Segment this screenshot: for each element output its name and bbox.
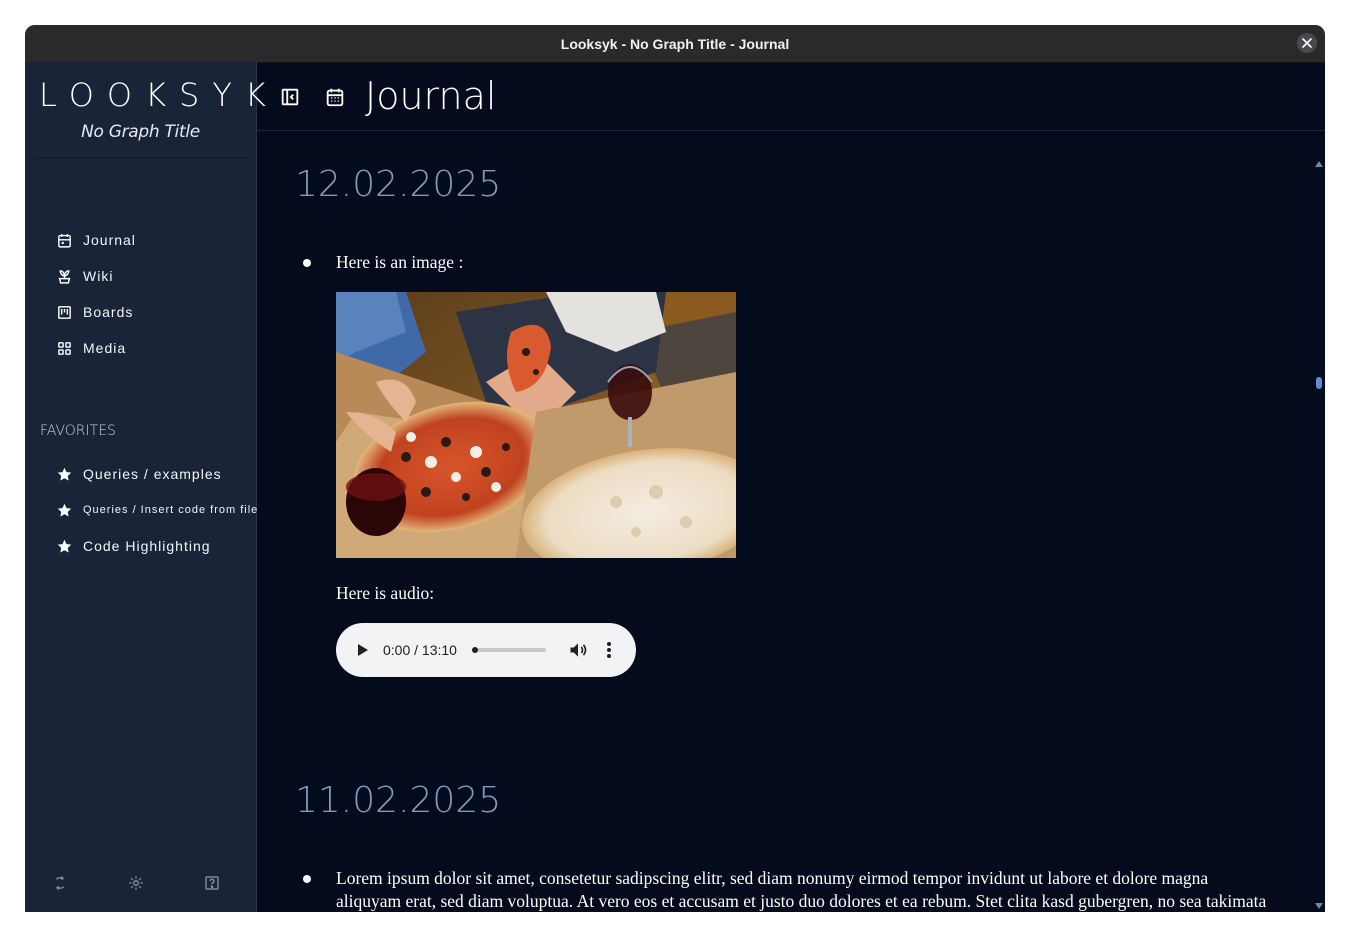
page-header: Journal <box>257 62 1325 131</box>
page-title: Journal <box>365 74 497 118</box>
sync-icon[interactable] <box>51 874 69 892</box>
audio-player[interactable]: 0:00 / 13:10 <box>336 623 636 677</box>
star-icon <box>57 467 72 481</box>
scrollbar-thumb[interactable] <box>1316 377 1322 389</box>
sidebar-nav: Journal Wiki Boards Media <box>56 222 136 366</box>
app-window: Looksyk - No Graph Title - Journal LOOKS… <box>25 25 1325 912</box>
favorite-item-label: Queries / examples <box>83 466 222 482</box>
sidebar: LOOKSYK No Graph Title Journal Wiki Boar… <box>25 62 266 912</box>
more-options-icon[interactable] <box>604 640 614 660</box>
play-icon[interactable] <box>357 643 369 657</box>
favorite-item-label: Queries / Insert code from file <box>83 504 259 516</box>
favorites-heading: FAVORITES <box>40 423 116 439</box>
app-logo: LOOKSYK <box>39 76 279 114</box>
sidebar-item-wiki[interactable]: Wiki <box>56 258 136 294</box>
content-scrollbar[interactable] <box>1313 160 1325 912</box>
grid-icon <box>58 341 71 355</box>
block-bullet[interactable] <box>303 259 311 267</box>
calendar-icon[interactable] <box>324 86 346 108</box>
close-icon <box>1302 38 1312 48</box>
sidebar-toggle-icon[interactable] <box>279 86 301 108</box>
favorite-item-code-highlighting[interactable]: Code Highlighting <box>56 528 258 564</box>
audio-time: 0:00 / 13:10 <box>383 642 457 658</box>
favorite-item-queries-insert-code[interactable]: Queries / Insert code from file <box>56 492 258 528</box>
scroll-down-icon[interactable] <box>1315 903 1323 909</box>
sidebar-item-label: Journal <box>83 232 136 248</box>
journal-content: 12.02.2025 Here is an image : Here is au… <box>257 131 1313 912</box>
gear-icon[interactable] <box>127 874 145 892</box>
sidebar-item-label: Boards <box>83 304 134 320</box>
board-icon <box>58 305 71 319</box>
audio-progress-track[interactable] <box>472 648 546 652</box>
window-title: Looksyk - No Graph Title - Journal <box>560 35 790 52</box>
favorites-list: Queries / examples Queries / Insert code… <box>56 456 258 564</box>
sidebar-footer <box>25 874 256 896</box>
plant-icon <box>58 269 71 284</box>
block-text[interactable]: Lorem ipsum dolor sit amet, consetetur s… <box>336 867 1276 912</box>
pizza-image <box>336 292 736 558</box>
block-bullet[interactable] <box>303 875 311 883</box>
sidebar-divider <box>33 157 249 159</box>
block-text[interactable]: Here is an image : <box>336 251 463 274</box>
block-text[interactable]: Here is audio: <box>336 582 434 605</box>
journal-date-heading[interactable]: 11.02.2025 <box>295 780 501 821</box>
volume-icon[interactable] <box>568 640 588 660</box>
help-icon[interactable] <box>203 874 221 892</box>
title-bar: Looksyk - No Graph Title - Journal <box>25 25 1325 63</box>
audio-progress-thumb[interactable] <box>472 647 478 653</box>
sidebar-item-boards[interactable]: Boards <box>56 294 136 330</box>
scroll-up-icon[interactable] <box>1315 161 1323 167</box>
calendar-icon <box>58 233 71 248</box>
star-icon <box>57 539 72 553</box>
close-button[interactable] <box>1297 33 1317 53</box>
favorite-item-queries-examples[interactable]: Queries / examples <box>56 456 258 492</box>
sidebar-item-journal[interactable]: Journal <box>56 222 136 258</box>
graph-title: No Graph Title <box>81 122 200 142</box>
sidebar-item-label: Media <box>83 340 127 356</box>
star-icon <box>57 503 72 517</box>
sidebar-item-media[interactable]: Media <box>56 330 136 366</box>
journal-date-heading[interactable]: 12.02.2025 <box>295 164 501 205</box>
favorite-item-label: Code Highlighting <box>83 538 211 554</box>
sidebar-item-label: Wiki <box>83 268 114 284</box>
